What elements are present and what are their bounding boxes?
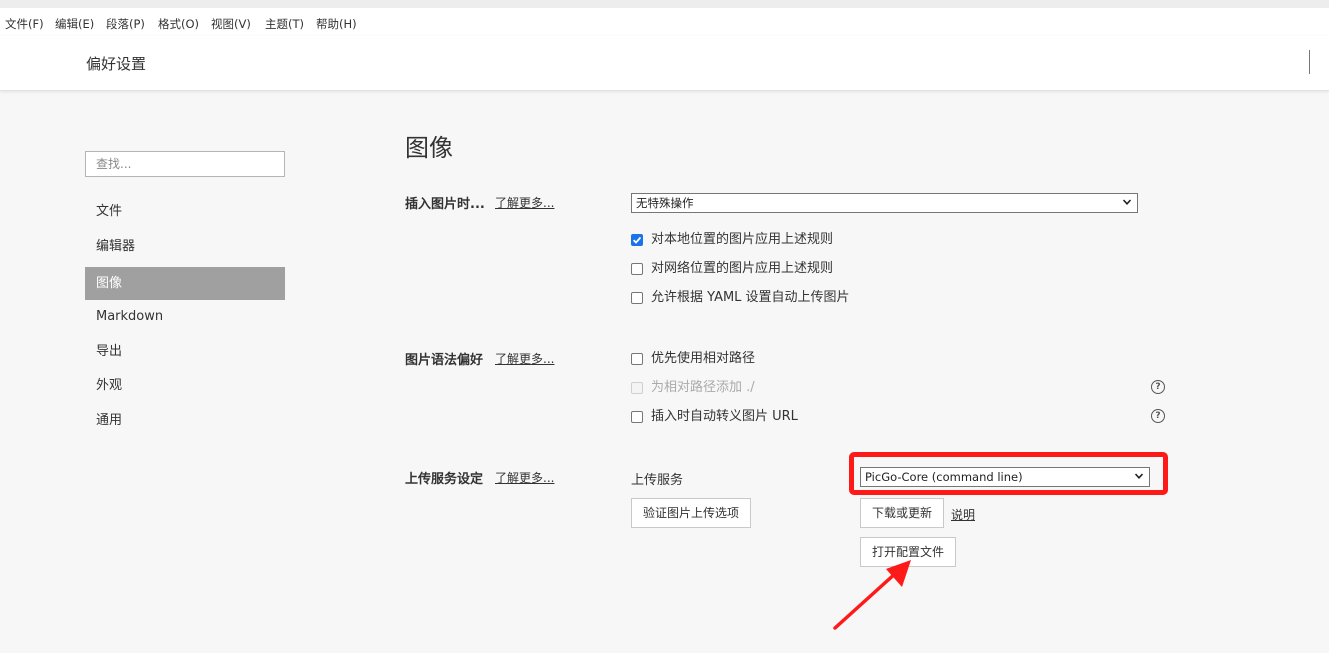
section-heading: 图像 — [405, 134, 453, 162]
menu-format[interactable]: 格式(O) — [158, 16, 199, 32]
apply-network-label: 对网络位置的图片应用上述规则 — [651, 261, 834, 276]
apply-local-label: 对本地位置的图片应用上述规则 — [651, 232, 834, 247]
menu-edit[interactable]: 编辑(E) — [55, 16, 94, 32]
learn-more-link-syntax[interactable]: 了解更多... — [495, 350, 554, 367]
checkbox-unchecked — [631, 263, 643, 275]
sidebar-item-image[interactable]: 图像 — [85, 267, 285, 300]
add-dot-slash-label: 为相对路径添加 ./ — [651, 380, 755, 395]
check-icon — [632, 236, 642, 244]
header-divider — [1309, 50, 1310, 74]
sidebar-item-file[interactable]: 文件 — [85, 195, 285, 228]
image-syntax-label: 图片语法偏好 — [405, 353, 484, 368]
help-icon[interactable]: ? — [1151, 380, 1165, 394]
page-title: 偏好设置 — [86, 55, 147, 73]
sidebar-item-export[interactable]: 导出 — [85, 335, 285, 368]
menu-file[interactable]: 文件(F) — [5, 16, 44, 32]
upload-service-settings-label: 上传服务设定 — [405, 472, 484, 487]
window-top-strip — [0, 0, 1329, 8]
preferences-header: 偏好设置 — [0, 36, 1329, 91]
sidebar-item-markdown[interactable]: Markdown — [85, 300, 285, 333]
verify-upload-button[interactable]: 验证图片上传选项 — [631, 498, 751, 528]
checkbox-disabled — [631, 382, 643, 394]
insert-image-select-value: 无特殊操作 — [636, 196, 694, 210]
chevron-down-icon — [1123, 199, 1131, 205]
menu-theme[interactable]: 主题(T) — [265, 16, 304, 32]
sidebar-item-appearance[interactable]: 外观 — [85, 369, 285, 402]
escape-url-label: 插入时自动转义图片 URL — [651, 409, 798, 424]
menu-bar: 文件(F) 编辑(E) 段落(P) 格式(O) 视图(V) 主题(T) 帮助(H… — [0, 8, 1329, 36]
yaml-auto-upload-label: 允许根据 YAML 设置自动上传图片 — [651, 290, 850, 305]
checkbox-unchecked — [631, 411, 643, 423]
menu-view[interactable]: 视图(V) — [211, 16, 251, 32]
help-icon[interactable]: ? — [1151, 409, 1165, 423]
menu-help[interactable]: 帮助(H) — [316, 16, 357, 32]
checkbox-checked — [631, 234, 643, 246]
upload-service-label: 上传服务 — [631, 473, 684, 488]
search-input[interactable] — [85, 151, 285, 177]
red-highlight-box — [849, 452, 1168, 495]
sidebar-item-general[interactable]: 通用 — [85, 404, 285, 437]
download-update-button[interactable]: 下载或更新 — [860, 498, 944, 528]
learn-more-link-insert[interactable]: 了解更多... — [495, 194, 554, 211]
insert-image-select[interactable]: 无特殊操作 — [631, 193, 1138, 213]
prefer-relative-path-label: 优先使用相对路径 — [651, 351, 756, 366]
insert-image-label: 插入图片时... — [405, 197, 485, 212]
checkbox-unchecked — [631, 292, 643, 304]
checkbox-unchecked — [631, 353, 643, 365]
sidebar-item-editor[interactable]: 编辑器 — [85, 230, 285, 263]
learn-more-link-upload[interactable]: 了解更多... — [495, 469, 554, 486]
red-arrow-annotation — [833, 560, 911, 630]
explain-link[interactable]: 说明 — [951, 506, 975, 523]
menu-paragraph[interactable]: 段落(P) — [106, 16, 145, 32]
